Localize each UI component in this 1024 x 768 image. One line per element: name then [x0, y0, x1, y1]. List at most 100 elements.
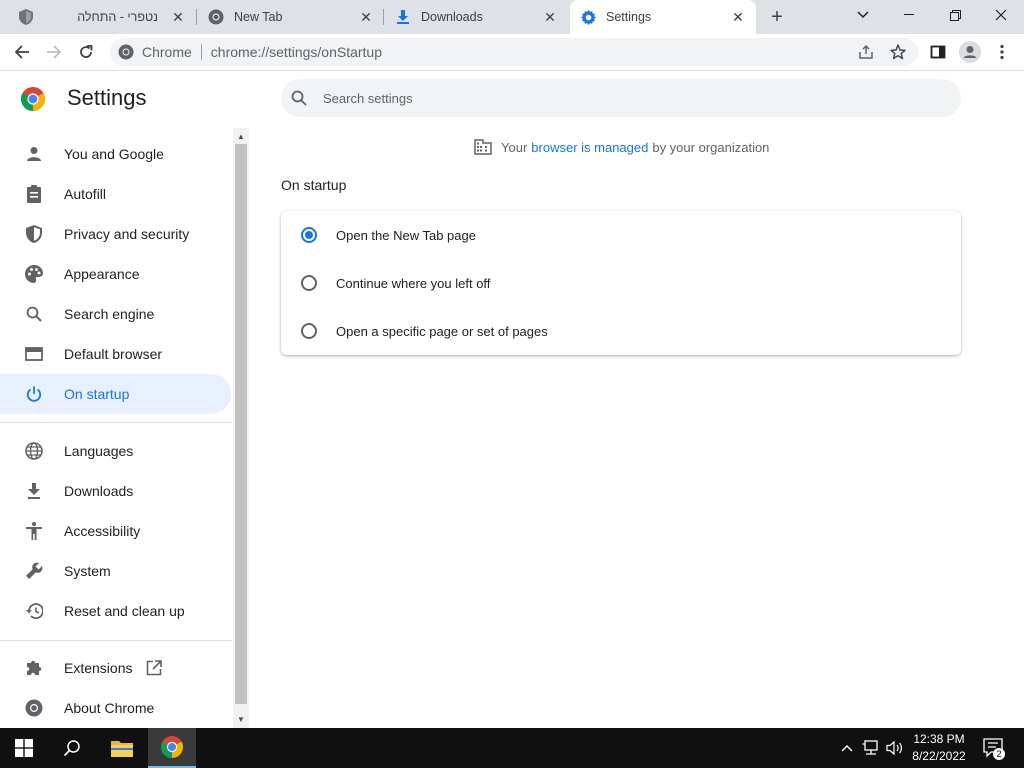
close-icon[interactable]: ✕: [542, 9, 558, 25]
sidebar-item-system[interactable]: System: [0, 551, 231, 591]
sidebar-item-about-chrome[interactable]: About Chrome: [0, 688, 231, 728]
address-bar[interactable]: Chrome chrome://settings/onStartup: [110, 38, 918, 66]
restore-button[interactable]: [932, 0, 978, 30]
browser-icon: [24, 344, 44, 364]
wrench-icon: [24, 561, 44, 581]
tab-new-tab[interactable]: New Tab ✕: [198, 0, 384, 34]
radio-button[interactable]: [301, 227, 317, 243]
side-panel-icon[interactable]: [924, 38, 952, 66]
sidebar-item-downloads[interactable]: Downloads: [0, 471, 231, 511]
power-icon: [24, 384, 44, 404]
windows-start-icon[interactable]: [0, 728, 48, 768]
download-icon: [24, 481, 44, 501]
file-explorer-icon[interactable]: [98, 728, 146, 768]
sidebar-item-privacy-and-security[interactable]: Privacy and security: [0, 214, 231, 254]
sidebar-item-accessibility[interactable]: Accessibility: [0, 511, 231, 551]
sidebar-scrollbar[interactable]: ▲ ▼: [233, 128, 249, 728]
taskbar-search-icon[interactable]: [48, 728, 96, 768]
browser-managed-link[interactable]: browser is managed: [531, 140, 648, 155]
tab-netfree[interactable]: נטפרי - התחלה ✕: [8, 0, 196, 34]
open-in-new-icon: [146, 660, 163, 676]
tab-title: Downloads: [421, 10, 483, 24]
chevron-up-icon[interactable]: [838, 728, 856, 768]
volume-icon[interactable]: [884, 728, 906, 768]
close-window-button[interactable]: [978, 0, 1024, 30]
tab-title: New Tab: [234, 10, 283, 24]
option-continue-where-left-off[interactable]: Continue where you left off: [281, 259, 961, 307]
menu-kebab-icon[interactable]: [988, 38, 1016, 66]
accessibility-icon: [24, 521, 44, 541]
sidebar-item-you-and-google[interactable]: You and Google: [0, 134, 231, 174]
sidebar-item-autofill[interactable]: Autofill: [0, 174, 231, 214]
scroll-up-arrow-icon[interactable]: ▲: [233, 129, 249, 143]
tab-settings[interactable]: Settings ✕: [570, 0, 756, 34]
chrome-taskbar-icon[interactable]: [148, 728, 196, 768]
sidebar-item-label: Extensions: [64, 660, 133, 676]
tab-title: Settings: [606, 10, 652, 24]
back-button[interactable]: [8, 38, 36, 66]
sidebar-item-appearance[interactable]: Appearance: [0, 254, 231, 294]
radio-button[interactable]: [301, 323, 317, 339]
share-icon[interactable]: [852, 38, 880, 66]
settings-page: Settings Search settings You and Google …: [0, 71, 1024, 728]
sidebar-item-label: Reset and clean up: [64, 603, 185, 619]
close-icon[interactable]: ✕: [730, 9, 746, 25]
shield-icon: [24, 224, 44, 244]
download-icon: [395, 9, 411, 25]
managed-suffix: by your organization: [652, 139, 770, 155]
sidebar-item-label: Search engine: [64, 306, 155, 322]
chrome-icon: [208, 9, 224, 25]
divider: [200, 44, 202, 60]
sidebar-item-default-browser[interactable]: Default browser: [0, 334, 231, 374]
bookmark-star-icon[interactable]: [884, 38, 912, 66]
managed-notice: Your browser is managed by your organiza…: [474, 139, 769, 155]
option-label: Continue where you left off: [336, 275, 491, 291]
option-open-new-tab[interactable]: Open the New Tab page: [281, 211, 961, 259]
profile-avatar[interactable]: [956, 38, 984, 66]
search-placeholder: Search settings: [323, 90, 413, 106]
option-open-specific-pages[interactable]: Open a specific page or set of pages: [281, 307, 961, 355]
sidebar-item-label: You and Google: [64, 146, 164, 162]
close-icon[interactable]: ✕: [170, 9, 186, 25]
managed-prefix: Your: [501, 139, 528, 155]
url-text[interactable]: chrome://settings/onStartup: [211, 44, 382, 60]
taskbar-clock[interactable]: 12:38 PM 8/22/2022: [905, 731, 973, 765]
page-title: Settings: [67, 85, 147, 110]
notification-center-icon[interactable]: 2: [980, 728, 1008, 768]
tab-strip: נטפרי - התחלה ✕ New Tab ✕ Downloads ✕ Se…: [0, 0, 1024, 34]
puzzle-icon: [24, 658, 44, 678]
sidebar-item-reset-and-clean-up[interactable]: Reset and clean up: [0, 591, 231, 631]
sidebar-item-on-startup[interactable]: On startup: [0, 374, 231, 414]
chrome-icon: [24, 698, 44, 718]
restore-icon: [24, 601, 44, 621]
site-chip: Chrome: [142, 44, 192, 60]
nav-divider: [0, 640, 232, 641]
gear-icon: [580, 9, 596, 25]
sidebar-item-label: On startup: [64, 386, 130, 402]
radio-button[interactable]: [301, 275, 317, 291]
chrome-icon: [118, 44, 134, 60]
sidebar-item-label: Autofill: [64, 186, 107, 202]
minimize-button[interactable]: [886, 0, 932, 30]
forward-button[interactable]: [40, 38, 68, 66]
reload-button[interactable]: [72, 38, 100, 66]
sidebar-item-label: Appearance: [64, 266, 140, 282]
sidebar-item-extensions[interactable]: Extensions: [0, 648, 231, 688]
network-icon[interactable]: [860, 728, 882, 768]
sidebar-item-label: Downloads: [64, 483, 134, 499]
scroll-down-arrow-icon[interactable]: ▼: [233, 712, 249, 726]
startup-options-card: Open the New Tab page Continue where you…: [281, 211, 961, 355]
tab-downloads[interactable]: Downloads ✕: [385, 0, 568, 34]
tab-title: נטפרי - התחלה: [77, 10, 158, 24]
shield-icon: [18, 9, 34, 25]
option-label: Open the New Tab page: [336, 227, 476, 243]
sidebar-item-languages[interactable]: Languages: [0, 431, 231, 471]
sidebar-item-search-engine[interactable]: Search engine: [0, 294, 231, 334]
search-settings-input[interactable]: Search settings: [281, 79, 961, 117]
close-icon[interactable]: ✕: [358, 9, 374, 25]
tab-search-button[interactable]: [840, 0, 886, 30]
new-tab-button[interactable]: +: [765, 5, 789, 29]
browser-toolbar: Chrome chrome://settings/onStartup: [0, 34, 1024, 71]
scroll-thumb[interactable]: [235, 144, 247, 704]
clipboard-icon: [24, 184, 44, 204]
